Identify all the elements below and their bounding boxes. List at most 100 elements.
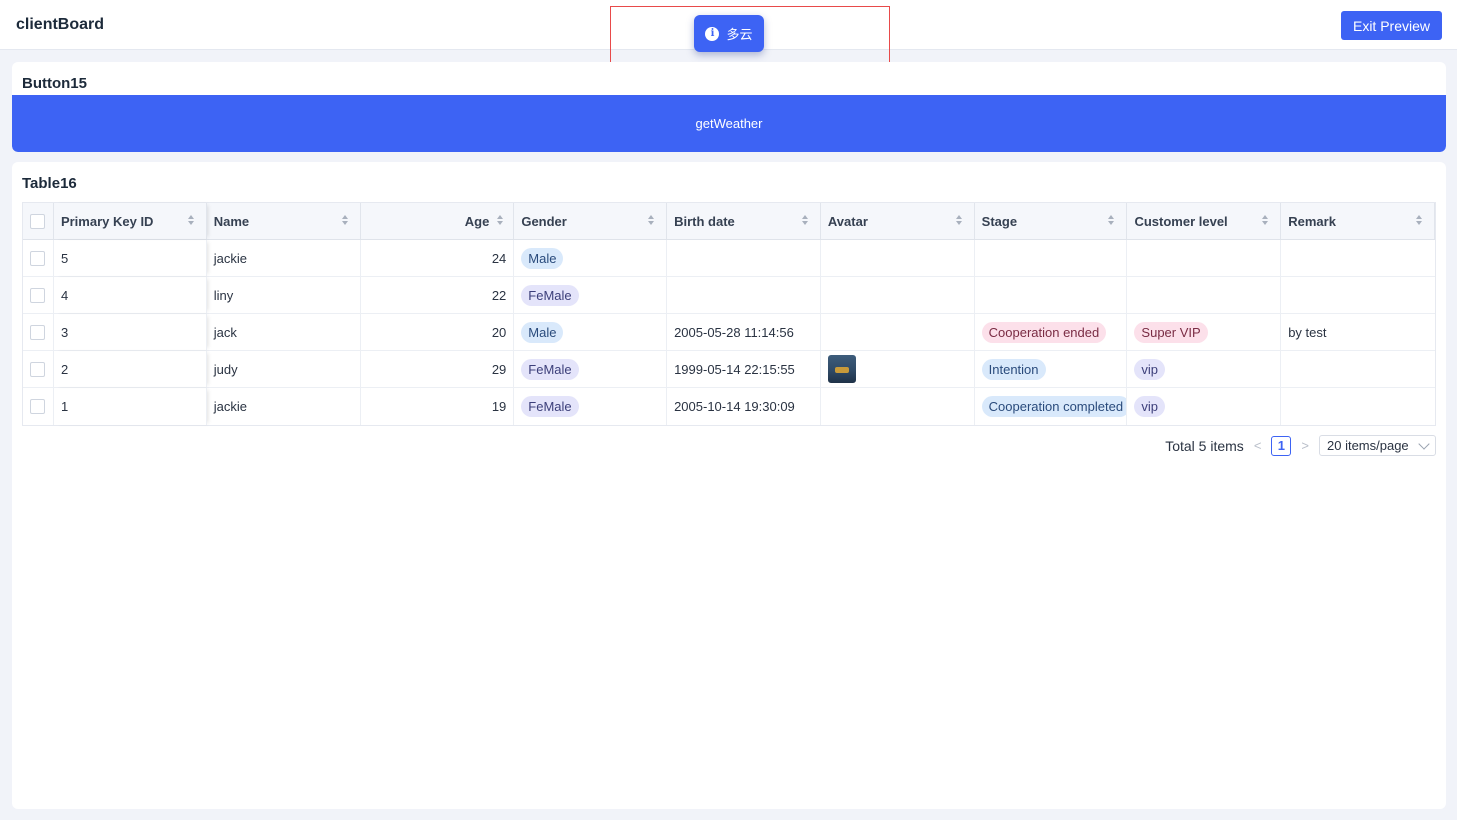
table-row[interactable]: 5 jackie 24 Male [23,240,1435,277]
sort-icon[interactable] [341,215,348,225]
table-row[interactable]: 2 judy 29 FeMale 1999-05-14 22:15:55 Int… [23,351,1435,388]
cell-stage [975,240,1128,276]
cell-customer-level: Super VIP [1127,314,1282,350]
cell-customer-level: vip [1127,351,1282,387]
cell-birth-date: 1999-05-14 22:15:55 [667,351,821,387]
cell-stage: Intention [975,351,1128,387]
cell-remark [1281,351,1435,387]
column-header-age[interactable]: Age [361,203,515,239]
table-card: Table16 Primary Key ID Name Age Gender B… [12,162,1446,809]
stage-tag: Cooperation ended [981,321,1107,343]
cell-stage [975,277,1128,313]
next-page-button[interactable]: > [1301,438,1309,453]
cell-birth-date [667,240,821,276]
row-checkbox[interactable] [30,250,46,266]
cell-name: jack [207,314,361,350]
avatar-image[interactable] [827,355,856,383]
cell-stage: Cooperation completed [975,388,1128,425]
row-checkbox[interactable] [30,324,46,340]
cell-age: 24 [361,240,515,276]
column-header-label: Customer level [1134,213,1228,229]
cell-remark: by test [1288,324,1327,340]
data-table: Primary Key ID Name Age Gender Birth dat… [22,202,1436,426]
stage-tag: Intention [981,358,1046,380]
cell-customer-level [1127,277,1282,313]
column-header-birth-date[interactable]: Birth date [667,203,821,239]
info-icon: i [705,26,720,41]
column-header-label: Stage [981,213,1018,229]
app-title: clientBoard [16,16,105,33]
table-row[interactable]: 4 liny 22 FeMale [23,277,1435,314]
cell-customer-level: vip [1127,388,1282,425]
exit-preview-button[interactable]: Exit Preview [1341,11,1442,40]
row-checkbox[interactable] [30,361,46,377]
cell-birth-date [667,277,821,313]
cell-gender: Male [514,240,668,276]
page-size-select[interactable]: 20 items/page [1319,435,1436,456]
cell-name: judy [207,351,361,387]
table-card-title: Table16 [22,175,77,192]
column-header-label: Age [464,213,490,229]
column-header-stage[interactable]: Stage [975,203,1128,239]
column-header-gender[interactable]: Gender [514,203,668,239]
row-checkbox-cell [23,388,54,425]
sort-icon[interactable] [187,215,194,225]
select-all-checkbox[interactable] [30,213,46,229]
column-header-primary-key-id[interactable]: Primary Key ID [54,203,207,239]
page-number-button[interactable]: 1 [1271,435,1292,456]
cell-id: 4 [54,277,207,313]
row-checkbox[interactable] [30,399,46,414]
cell-birth-date: 2005-05-28 11:14:56 [667,314,821,350]
table-row[interactable]: 3 jack 20 Male 2005-05-28 11:14:56 Coope… [23,314,1435,351]
cell-remark [1281,388,1435,425]
cell-gender: Male [514,314,668,350]
cell-age: 22 [361,277,515,313]
row-checkbox-cell [23,314,54,350]
prev-page-button[interactable]: < [1254,438,1262,453]
column-header-label: Gender [521,213,567,229]
header-checkbox-cell [23,203,54,239]
column-header-label: Remark [1288,213,1336,229]
chevron-down-icon [1418,437,1430,450]
cell-gender: FeMale [514,351,668,387]
column-header-remark[interactable]: Remark [1281,203,1436,239]
gender-tag: Male [521,247,564,269]
gender-tag: Male [521,321,564,343]
column-header-name[interactable]: Name [207,203,361,239]
cell-gender: FeMale [514,277,668,313]
button-card: Button15 getWeather [12,62,1446,152]
cell-avatar [821,240,975,276]
column-header-label: Name [213,213,250,229]
cell-name: jackie [207,240,361,276]
sort-icon[interactable] [1108,215,1115,225]
cell-id: 1 [54,388,207,425]
level-tag: vip [1134,358,1166,380]
cell-stage: Cooperation ended [975,314,1128,350]
cell-customer-level [1127,240,1282,276]
stage-tag: Cooperation completed [981,396,1127,417]
cell-remark [1281,277,1435,313]
get-weather-button[interactable]: getWeather [12,95,1446,152]
cell-avatar [821,388,975,425]
sort-icon[interactable] [497,215,504,225]
column-header-avatar[interactable]: Avatar [821,203,975,239]
pagination: Total 5 items < 1 > 20 items/page [1165,435,1436,456]
cell-id: 2 [54,351,207,387]
sort-icon[interactable] [648,215,655,225]
cell-gender: FeMale [514,388,668,425]
sort-icon[interactable] [955,215,962,225]
sort-icon[interactable] [801,215,808,225]
cell-birth-date: 2005-10-14 19:30:09 [667,388,821,425]
cell-remark [1281,240,1435,276]
cell-name: jackie [207,388,361,425]
cell-age: 29 [361,351,515,387]
table-row[interactable]: 1 jackie 19 FeMale 2005-10-14 19:30:09 C… [23,388,1435,425]
column-header-customer-level[interactable]: Customer level [1127,203,1282,239]
row-checkbox[interactable] [30,287,46,303]
sort-icon[interactable] [1416,215,1423,225]
cell-id: 5 [54,240,207,276]
cell-age: 19 [361,388,515,425]
page-size-label: 20 items/page [1327,438,1409,453]
sort-icon[interactable] [1262,215,1269,225]
gender-tag: FeMale [521,396,579,417]
